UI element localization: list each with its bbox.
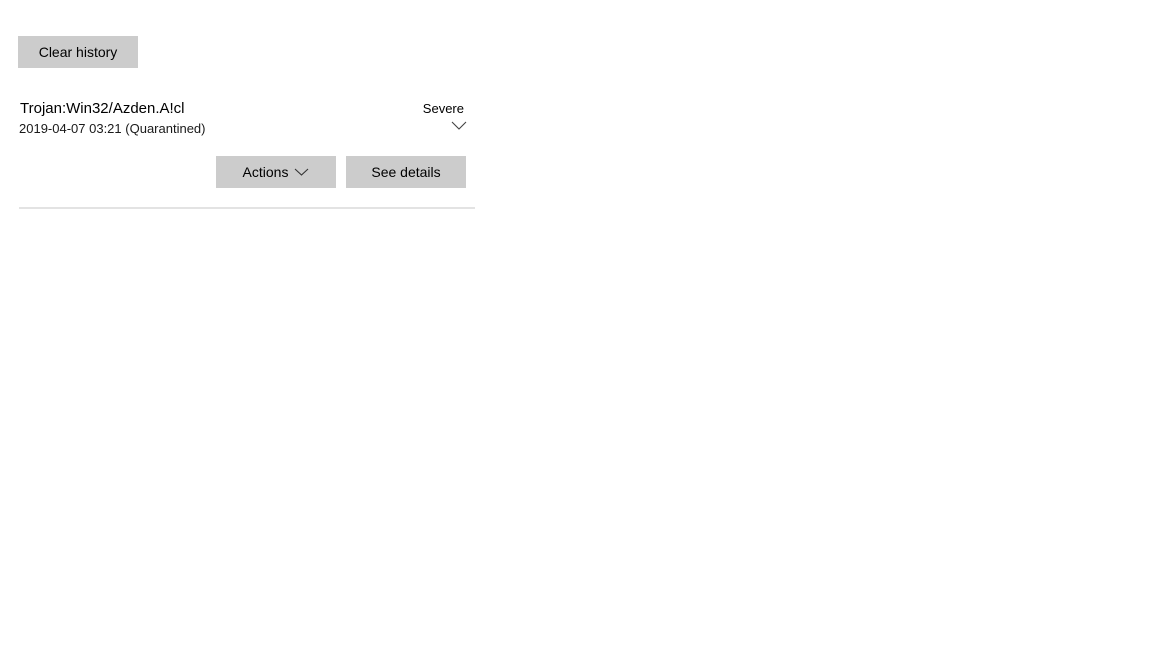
chevron-down-icon bbox=[294, 168, 309, 176]
expand-toggle[interactable] bbox=[449, 118, 469, 132]
protection-history-page: Clear history Trojan:Win32/Azden.A!cl 20… bbox=[0, 0, 1152, 648]
threat-name: Trojan:Win32/Azden.A!cl bbox=[20, 100, 185, 117]
chevron-down-icon bbox=[451, 121, 467, 130]
see-details-button[interactable]: See details bbox=[346, 156, 466, 188]
threat-status: (Quarantined) bbox=[125, 121, 206, 136]
threat-date: 2019-04-07 03:21 bbox=[19, 121, 122, 136]
threat-meta: 2019-04-07 03:21 (Quarantined) bbox=[19, 121, 206, 137]
threat-list-item[interactable]: Trojan:Win32/Azden.A!cl 2019-04-07 03:21… bbox=[19, 96, 475, 209]
actions-button[interactable]: Actions bbox=[216, 156, 336, 188]
clear-history-button[interactable]: Clear history bbox=[18, 36, 138, 68]
actions-label: Actions bbox=[242, 164, 289, 180]
severity-label: Severe bbox=[422, 101, 464, 116]
